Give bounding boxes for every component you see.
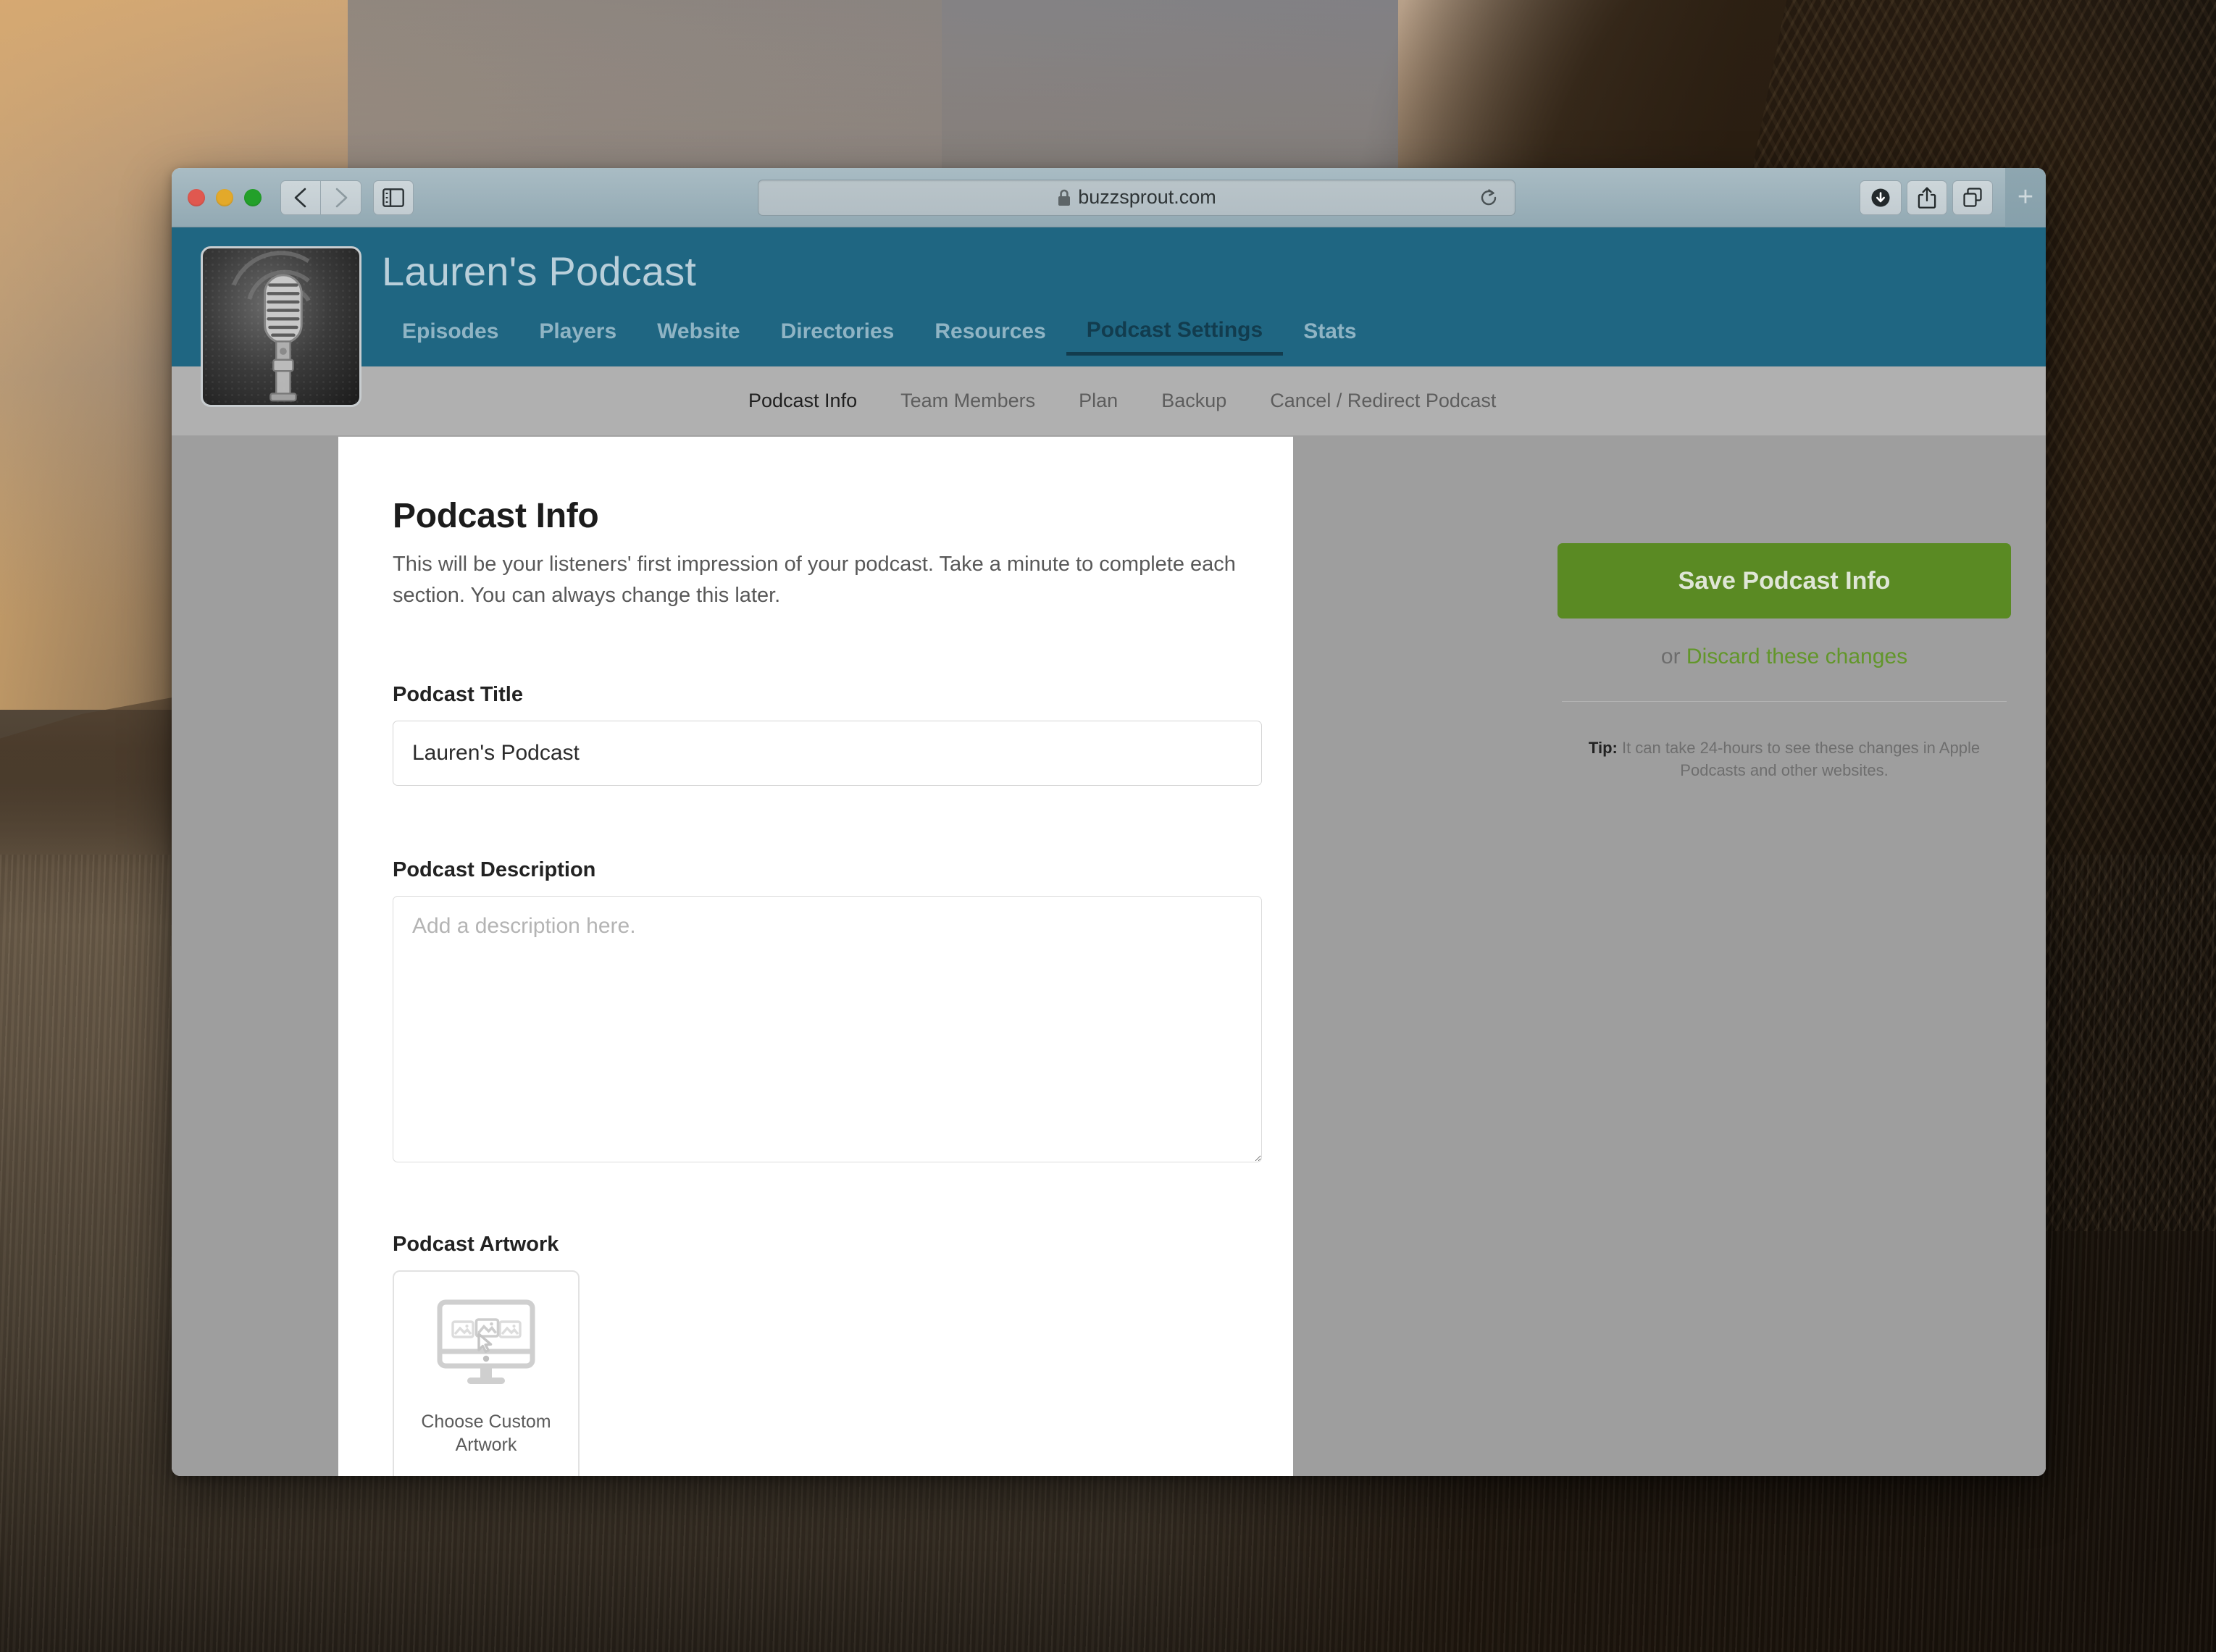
sidebar-toggle-icon	[382, 188, 404, 207]
podcast-description-field-group: Podcast Description	[393, 858, 1262, 1166]
nav-item-players[interactable]: Players	[519, 319, 637, 356]
secondary-navigation: Podcast Info Team Members Plan Backup Ca…	[172, 366, 2046, 436]
save-podcast-info-button[interactable]: Save Podcast Info	[1558, 543, 2011, 619]
share-icon	[1918, 186, 1936, 209]
microphone-artwork-icon	[232, 251, 311, 402]
nav-item-podcast-settings[interactable]: Podcast Settings	[1066, 318, 1284, 356]
subnav-item-backup[interactable]: Backup	[1161, 390, 1226, 412]
choose-custom-artwork-button[interactable]: Choose Custom Artwork	[393, 1270, 580, 1476]
forward-button[interactable]	[321, 180, 361, 215]
podcast-info-card: Podcast Info This will be your listeners…	[338, 437, 1293, 1476]
address-bar[interactable]: buzzsprout.com	[758, 179, 1515, 216]
podcast-artwork-field-group: Podcast Artwork Choose Custom Artwork	[393, 1233, 1239, 1476]
chevron-left-icon	[294, 188, 306, 207]
lock-icon	[1058, 189, 1071, 206]
section-heading: Podcast Info	[393, 497, 599, 535]
url-text-value: buzzsprout.com	[1078, 186, 1216, 208]
nav-item-website[interactable]: Website	[637, 319, 760, 356]
discard-row: or Discard these changes	[1558, 645, 2011, 669]
or-label: or	[1660, 645, 1686, 668]
section-description: This will be your listeners' first impre…	[393, 553, 1236, 607]
nav-item-directories[interactable]: Directories	[761, 319, 915, 356]
page-title: Lauren's Podcast	[382, 248, 697, 294]
podcast-header: Lauren's Podcast Episodes Players Websit…	[172, 227, 2046, 407]
navigation-buttons	[280, 180, 361, 215]
tip-prefix: Tip:	[1588, 739, 1618, 757]
sidebar-toggle-button[interactable]	[373, 180, 414, 215]
tip-body: It can take 24-hours to see these change…	[1617, 739, 1981, 780]
podcast-title-field-group: Podcast Title	[393, 683, 1262, 787]
show-tabs-icon	[1963, 187, 1982, 207]
subnav-item-plan[interactable]: Plan	[1079, 390, 1118, 412]
podcast-title-label: Podcast Title	[393, 683, 523, 707]
subnav-item-podcast-info[interactable]: Podcast Info	[748, 390, 857, 412]
monitor-images-cursor-icon	[437, 1299, 535, 1385]
share-button[interactable]	[1907, 180, 1947, 215]
podcast-description-textarea[interactable]	[393, 896, 1262, 1163]
new-tab-button[interactable]: +	[2005, 168, 2046, 227]
new-tab-label: +	[2017, 182, 2034, 212]
podcast-title-input[interactable]	[393, 721, 1262, 787]
podcast-description-label: Podcast Description	[393, 858, 596, 882]
subnav-item-team-members[interactable]: Team Members	[900, 390, 1035, 412]
page-content: Podcast Info This will be your listeners…	[172, 436, 2046, 1476]
url-display: buzzsprout.com	[1057, 186, 1216, 209]
maximize-window-button[interactable]	[244, 188, 262, 206]
save-panel: Save Podcast Info or Discard these chang…	[1558, 543, 2011, 781]
address-bar-container: buzzsprout.com	[414, 179, 1860, 216]
nav-item-episodes[interactable]: Episodes	[382, 319, 519, 356]
downloads-icon	[1871, 188, 1890, 206]
subnav-item-cancel-redirect[interactable]: Cancel / Redirect Podcast	[1270, 390, 1496, 412]
show-tabs-button[interactable]	[1952, 180, 1993, 215]
minimize-window-button[interactable]	[216, 188, 233, 206]
choose-custom-artwork-label: Choose Custom Artwork	[421, 1412, 551, 1455]
primary-navigation: Episodes Players Website Directories Res…	[382, 308, 2046, 356]
downloads-button[interactable]	[1860, 180, 1902, 215]
toolbar-right-buttons: +	[1860, 168, 2046, 227]
chevron-right-icon	[335, 188, 347, 207]
safari-browser-window: buzzsprout.com + Lauren's Podcast Episod…	[172, 168, 2046, 1476]
nav-item-stats[interactable]: Stats	[1283, 319, 1376, 356]
podcast-artwork-label: Podcast Artwork	[393, 1233, 559, 1257]
browser-toolbar: buzzsprout.com +	[172, 168, 2046, 227]
panel-divider	[1562, 701, 2007, 702]
nav-item-resources[interactable]: Resources	[914, 319, 1066, 356]
tip-text: Tip: It can take 24-hours to see these c…	[1558, 737, 2011, 781]
reload-icon[interactable]	[1479, 188, 1499, 208]
close-window-button[interactable]	[188, 188, 205, 206]
podcast-artwork-thumbnail	[201, 246, 361, 407]
back-button[interactable]	[280, 180, 321, 215]
window-controls	[188, 188, 262, 206]
discard-changes-link[interactable]: Discard these changes	[1686, 645, 1907, 668]
